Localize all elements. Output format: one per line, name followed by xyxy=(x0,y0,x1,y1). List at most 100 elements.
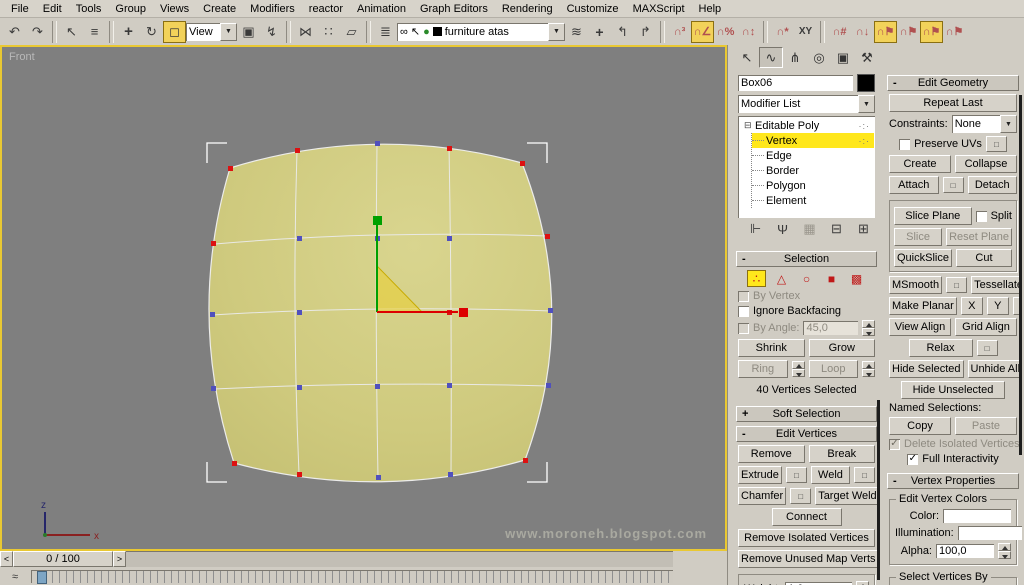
reference-coordinate-dropdown[interactable]: View ▼ xyxy=(186,22,237,41)
undo-icon[interactable]: ↶ xyxy=(3,21,26,43)
redo-icon[interactable]: ↷ xyxy=(26,21,49,43)
illumination-swatch[interactable] xyxy=(957,526,1022,540)
cut-button[interactable]: Cut xyxy=(955,249,1012,267)
percent-snap-toggle-icon[interactable]: ∩% xyxy=(714,21,737,43)
menu-customize[interactable]: Customize xyxy=(560,2,626,16)
tab-hierarchy-icon[interactable]: ⋔ xyxy=(783,47,807,68)
tab-motion-icon[interactable]: ◎ xyxy=(807,47,831,68)
by-angle-spinner[interactable] xyxy=(862,320,875,336)
menu-maxscript[interactable]: MAXScript xyxy=(626,2,692,16)
menu-animation[interactable]: Animation xyxy=(350,2,413,16)
delete-isolated-vertices-checkbox[interactable]: ✓ xyxy=(889,438,900,450)
remove-unused-map-verts-button[interactable]: Remove Unused Map Verts xyxy=(738,550,879,568)
detach-button[interactable]: Detach xyxy=(967,176,1017,194)
menu-help[interactable]: Help xyxy=(692,2,729,16)
ignore-backfacing-checkbox[interactable] xyxy=(738,305,749,317)
attach-settings-button[interactable]: □ xyxy=(942,177,964,193)
select-and-move-icon[interactable]: + xyxy=(117,21,140,43)
dropdown-arrow-icon[interactable]: ▼ xyxy=(220,22,237,41)
tab-modify-icon[interactable]: ∿ xyxy=(759,47,783,68)
subobject-vertex-icon[interactable]: ∴ xyxy=(747,270,766,287)
left-column-scrollbar[interactable] xyxy=(877,400,880,580)
relax-button[interactable]: Relax xyxy=(908,339,973,357)
tessellate-button[interactable]: Tessellate xyxy=(971,276,1022,294)
viewport-front[interactable]: Front z x www.moroneh.blogspot.com xyxy=(0,45,727,551)
spinner-snap-toggle-icon[interactable]: ∩↕ xyxy=(737,21,760,43)
ring-button[interactable]: Ring xyxy=(738,360,788,378)
by-angle-checkbox[interactable] xyxy=(738,322,749,334)
view-align-button[interactable]: View Align xyxy=(889,318,951,336)
pin-stack-icon[interactable]: ⊩ xyxy=(744,221,767,237)
make-planar-button[interactable]: Make Planar xyxy=(889,297,957,315)
edit-named-selections-icon[interactable]: ≋ xyxy=(565,21,588,43)
menu-graph-editors[interactable]: Graph Editors xyxy=(413,2,495,16)
unhide-all-button[interactable]: Unhide All xyxy=(967,360,1022,378)
dropdown-arrow-icon[interactable]: ▼ xyxy=(1000,115,1017,133)
vertex-color-swatch[interactable] xyxy=(943,509,1011,523)
grow-button[interactable]: Grow xyxy=(808,339,875,357)
hide-selected-button[interactable]: Hide Selected xyxy=(889,360,964,378)
stack-item-polygon[interactable]: Polygon xyxy=(752,178,874,193)
menu-create[interactable]: Create xyxy=(196,2,243,16)
soft-selection-rollout-header[interactable]: + Soft Selection xyxy=(736,406,877,422)
menu-group[interactable]: Group xyxy=(108,2,153,16)
snap-freeze-icon[interactable]: ∩* xyxy=(771,21,794,43)
menu-reactor[interactable]: reactor xyxy=(302,2,350,16)
tab-display-icon[interactable]: ▣ xyxy=(831,47,855,68)
object-name-field[interactable]: Box06 xyxy=(738,75,853,91)
by-angle-field[interactable]: 45,0 xyxy=(803,321,858,335)
tab-create-icon[interactable]: ↖ xyxy=(735,47,759,68)
grid-snap-icon[interactable]: ∩# xyxy=(828,21,851,43)
weld-settings-button[interactable]: □ xyxy=(854,467,875,483)
vertex-properties-rollout-header[interactable]: - Vertex Properties xyxy=(887,473,1019,489)
collapse-button[interactable]: Collapse xyxy=(955,155,1017,173)
remove-button[interactable]: Remove xyxy=(738,445,805,463)
collapse-icon[interactable]: ⊟ xyxy=(744,120,755,131)
stack-item-element[interactable]: Element xyxy=(752,193,874,208)
edit-geometry-rollout-header[interactable]: - Edit Geometry xyxy=(887,75,1019,91)
mirror-icon[interactable]: ⋈ xyxy=(294,21,317,43)
array-icon[interactable]: ∷ xyxy=(317,21,340,43)
weight-spinner[interactable] xyxy=(856,581,869,585)
angle-snap-toggle-icon[interactable]: ∩∠ xyxy=(691,20,714,43)
use-pivot-center-icon[interactable]: ▣ xyxy=(237,21,260,43)
grid-align-button[interactable]: Grid Align xyxy=(955,318,1017,336)
stack-item-editable-poly[interactable]: ⊟ Editable Poly ·:· xyxy=(739,118,874,133)
modifier-list-dropdown[interactable]: Modifier List ▼ xyxy=(738,95,875,113)
by-vertex-checkbox[interactable] xyxy=(738,290,749,302)
viewport-label[interactable]: Front xyxy=(9,51,35,63)
menu-modifiers[interactable]: Modifiers xyxy=(243,2,302,16)
preserve-uvs-settings-button[interactable]: □ xyxy=(985,136,1007,152)
break-button[interactable]: Break xyxy=(808,445,875,463)
object-color-swatch[interactable] xyxy=(857,74,875,92)
snaps-toggle-icon[interactable]: ∩³ xyxy=(668,21,691,43)
show-end-result-icon[interactable]: Ψ xyxy=(771,221,794,237)
subobject-border-icon[interactable]: ○ xyxy=(797,270,816,287)
edit-vertices-rollout-header[interactable]: - Edit Vertices xyxy=(736,426,877,442)
make-planar-x-button[interactable]: X xyxy=(960,297,983,315)
alpha-spinner[interactable] xyxy=(998,543,1011,559)
loop-button[interactable]: Loop xyxy=(808,360,858,378)
chamfer-settings-button[interactable]: □ xyxy=(790,488,812,504)
dropdown-arrow-icon[interactable]: ▼ xyxy=(858,95,875,113)
relax-settings-button[interactable]: □ xyxy=(976,340,998,356)
snap-flag-d-icon[interactable]: ∩⚑ xyxy=(943,21,966,43)
time-slider[interactable]: < 0 / 100 > xyxy=(0,551,673,567)
msmooth-settings-button[interactable]: □ xyxy=(946,277,968,293)
weld-button[interactable]: Weld xyxy=(810,466,850,484)
snap-flag-a-icon[interactable]: ∩⚑ xyxy=(874,20,897,43)
split-checkbox[interactable] xyxy=(975,210,987,222)
loop-spinner[interactable] xyxy=(862,361,875,377)
make-planar-y-button[interactable]: Y xyxy=(986,297,1009,315)
quickslice-button[interactable]: QuickSlice xyxy=(894,249,952,267)
open-mini-curve-editor-icon[interactable]: ≈ xyxy=(3,570,27,583)
eraser-icon[interactable]: ▱ xyxy=(340,21,363,43)
target-weld-button[interactable]: Target Weld xyxy=(815,487,880,505)
make-unique-icon[interactable]: ▦ xyxy=(798,221,821,237)
menu-views[interactable]: Views xyxy=(153,2,196,16)
track-bar-ruler[interactable] xyxy=(31,570,673,584)
copy-button[interactable]: Copy xyxy=(889,417,951,435)
selection-rollout-header[interactable]: - Selection xyxy=(736,251,877,267)
align-icon[interactable]: + xyxy=(588,21,611,43)
shrink-button[interactable]: Shrink xyxy=(738,339,805,357)
